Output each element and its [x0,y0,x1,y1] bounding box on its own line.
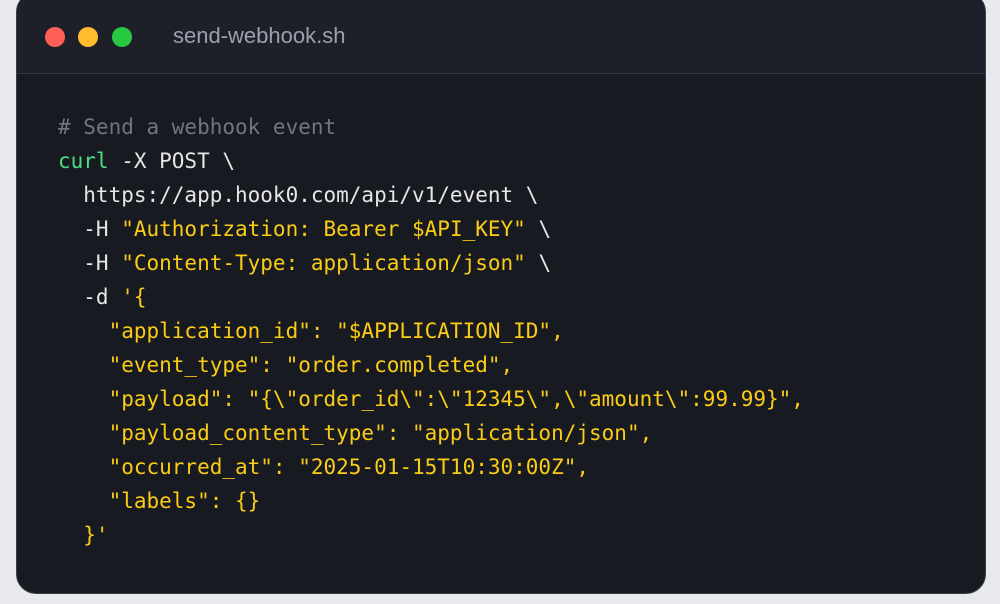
code-token-str: "labels": {} [58,489,261,513]
code-token-str: "occurred_at": "2025-01-15T10:30:00Z", [58,455,590,479]
code-token-plain: \ [525,217,552,241]
code-token-str: "application_id": "$APPLICATION_ID", [58,319,564,343]
code-token-plain: -d [58,285,122,309]
code-line: "payload_content_type": "application/jso… [58,416,804,450]
code-line: curl -X POST \ [58,144,804,178]
minimize-button[interactable] [78,27,98,47]
code-token-plain: -H [58,217,122,241]
code-line: -d '{ [58,280,804,314]
title-bar: send-webhook.sh [17,0,985,74]
code-line: -H "Content-Type: application/json" \ [58,246,804,280]
code-line: "occurred_at": "2025-01-15T10:30:00Z", [58,450,804,484]
code-token-plain: -H [58,251,122,275]
code-token-plain: https://app.hook0.com/api/v1/event \ [58,183,539,207]
close-button[interactable] [45,27,65,47]
code-line: https://app.hook0.com/api/v1/event \ [58,178,804,212]
code-token-str: "event_type": "order.completed", [58,353,514,377]
code-block: # Send a webhook event curl -X POST \ htt… [58,110,804,552]
code-token-str: "Content-Type: application/json" [121,251,526,275]
code-token-str: "Authorization: Bearer $API_KEY" [121,217,526,241]
code-line: "payload": "{\"order_id\":\"12345\",\"am… [58,382,804,416]
code-token-cmd: curl [58,149,109,173]
code-line: "application_id": "$APPLICATION_ID", [58,314,804,348]
terminal-window: send-webhook.sh # Send a webhook event cu… [16,0,986,594]
code-token-str: "payload_content_type": "application/jso… [58,421,653,445]
code-token-comment: # Send a webhook event [58,115,337,139]
maximize-button[interactable] [112,27,132,47]
code-line: }' [58,518,804,552]
code-line: "labels": {} [58,484,804,518]
code-token-plain: \ [525,251,552,275]
code-line: "event_type": "order.completed", [58,348,804,382]
window-title: send-webhook.sh [173,23,346,48]
code-token-plain: -X POST \ [108,149,236,173]
code-token-str: "payload": "{\"order_id\":\"12345\",\"am… [58,387,804,411]
code-line: # Send a webhook event [58,110,804,144]
code-token-str: }' [58,523,109,547]
code-line: -H "Authorization: Bearer $API_KEY" \ [58,212,804,246]
code-token-str: '{ [121,285,147,309]
